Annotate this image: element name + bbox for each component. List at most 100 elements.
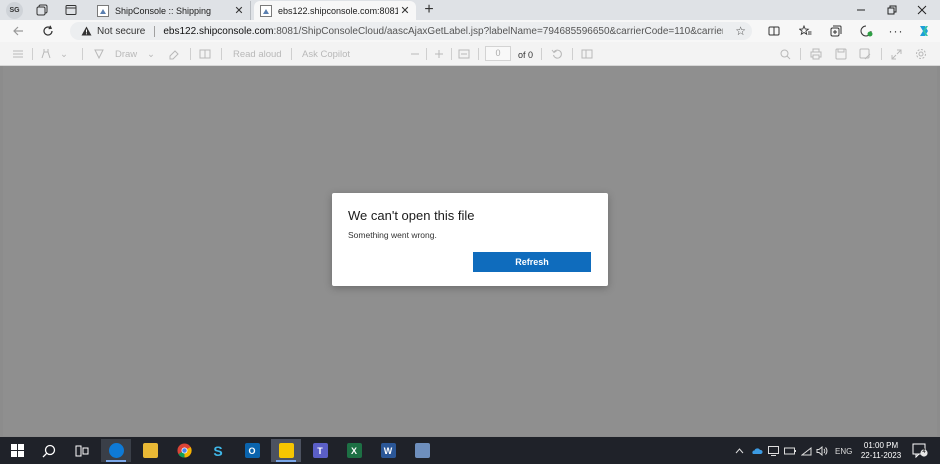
fullscreen-icon[interactable] — [891, 46, 902, 62]
url-host: ebs122.shipconsole.com — [163, 25, 274, 37]
pdf-toolbar: ⌄ Draw ⌄ Read aloud Ask Copilot 0 of 0 — [0, 42, 940, 66]
tab-shipconsole-shipping[interactable]: ShipConsole :: Shipping ✕ — [91, 1, 251, 20]
toolbar-divider — [881, 48, 882, 60]
ask-copilot-button[interactable]: Ask Copilot — [302, 46, 350, 62]
favorite-star-icon[interactable]: ☆ — [735, 24, 746, 38]
profile-avatar[interactable]: SG — [6, 2, 23, 19]
save-as-icon[interactable] — [859, 46, 871, 62]
taskbar-sticky-notes[interactable] — [271, 439, 301, 462]
wifi-icon[interactable] — [801, 445, 812, 457]
favorites-icon[interactable] — [797, 23, 813, 39]
search-taskbar-button[interactable] — [34, 439, 64, 462]
taskbar-excel[interactable]: X — [339, 439, 369, 462]
refresh-page-button[interactable] — [40, 23, 56, 39]
close-window-button[interactable] — [907, 2, 937, 18]
pdf-settings-gear-icon[interactable] — [915, 46, 927, 62]
start-button[interactable] — [2, 439, 32, 462]
toolbar-divider — [291, 48, 292, 60]
fit-page-icon[interactable] — [458, 46, 470, 62]
edge-icon — [108, 443, 124, 458]
clock-time: 01:00 PM — [863, 441, 899, 450]
collections-icon[interactable] — [828, 23, 844, 39]
toolbar-divider — [800, 48, 801, 60]
new-tab-button[interactable]: + — [421, 1, 437, 19]
draw-icon[interactable] — [93, 46, 105, 62]
onedrive-icon[interactable] — [751, 445, 763, 457]
taskbar-outlook[interactable]: O — [237, 439, 267, 462]
settings-more-icon[interactable]: ··· — [888, 23, 904, 39]
tab-title: ShipConsole :: Shipping — [115, 5, 212, 16]
notification-count: 4 — [922, 449, 926, 455]
battery-icon[interactable] — [784, 445, 796, 457]
read-aloud-button[interactable]: Read aloud — [233, 46, 282, 62]
page-favicon-icon — [260, 4, 272, 17]
zoom-in-icon[interactable] — [434, 46, 444, 62]
page-view-icon[interactable] — [581, 46, 593, 62]
contents-icon[interactable] — [12, 46, 24, 62]
workspaces-icon[interactable] — [34, 2, 50, 18]
windows-taskbar: S O T X W ENG 01:00 PM 22-11-2023 4 — [0, 437, 940, 464]
taskbar-word[interactable]: W — [373, 439, 403, 462]
display-icon[interactable] — [768, 445, 779, 457]
security-label[interactable]: Not secure — [97, 26, 145, 37]
chrome-icon — [176, 443, 192, 458]
rotate-icon[interactable] — [551, 46, 563, 62]
restore-button[interactable] — [877, 2, 907, 18]
toolbar-divider — [541, 48, 542, 60]
tab-actions-icon[interactable] — [63, 2, 79, 18]
taskbar-edge[interactable] — [101, 439, 131, 462]
page-number-input[interactable]: 0 — [485, 46, 511, 61]
tab-title: ebs122.shipconsole.com:8081/Sh — [278, 5, 398, 16]
print-icon[interactable] — [810, 46, 822, 62]
notification-center-icon[interactable]: 4 — [912, 442, 928, 459]
eraser-icon[interactable] — [168, 46, 180, 62]
toolbar-divider — [478, 48, 479, 60]
text-box-icon[interactable] — [199, 46, 211, 62]
system-clock[interactable]: 01:00 PM 22-11-2023 — [857, 441, 905, 461]
dialog-title: We can't open this file — [348, 208, 475, 223]
save-icon[interactable] — [835, 46, 847, 62]
taskbar-remote-app[interactable] — [407, 439, 437, 462]
remote-app-icon — [414, 443, 430, 458]
highlight-icon[interactable] — [40, 46, 52, 62]
teams-icon: T — [312, 443, 328, 458]
not-secure-warning-icon[interactable] — [80, 25, 92, 37]
toolbar-divider — [82, 48, 83, 60]
toolbar-divider — [190, 48, 191, 60]
tab-label-pdf[interactable]: ebs122.shipconsole.com:8081/Sh ✕ — [254, 1, 416, 20]
task-view-button[interactable] — [67, 439, 97, 462]
zoom-out-icon[interactable] — [410, 46, 420, 62]
toolbar-divider — [451, 48, 452, 60]
windows-logo-icon — [10, 444, 24, 457]
toolbar-divider — [32, 48, 33, 60]
outlook-icon: O — [244, 443, 260, 458]
taskbar-skype-app[interactable]: S — [203, 439, 233, 462]
draw-button[interactable]: Draw — [115, 46, 137, 62]
language-indicator[interactable]: ENG — [835, 445, 852, 457]
address-bar[interactable]: Not secure ebs122.shipconsole.com:8081/S… — [70, 22, 752, 40]
page-total-label: of 0 — [518, 50, 534, 60]
url-text[interactable]: ebs122.shipconsole.com:8081/ShipConsoleC… — [163, 26, 723, 37]
draw-dropdown-icon[interactable]: ⌄ — [147, 46, 155, 62]
browser-essentials-icon[interactable] — [858, 23, 874, 39]
tab-strip: SG ShipConsole :: Shipping ✕ ebs122.ship… — [0, 0, 940, 20]
refresh-button[interactable]: Refresh — [473, 252, 591, 272]
clock-date: 22-11-2023 — [860, 451, 902, 460]
address-divider — [154, 25, 156, 37]
minimize-button[interactable] — [846, 2, 876, 18]
taskbar-chrome[interactable] — [169, 439, 199, 462]
highlight-dropdown-icon[interactable]: ⌄ — [60, 46, 68, 62]
show-hidden-icons-icon[interactable] — [735, 445, 744, 457]
close-tab-icon[interactable]: ✕ — [398, 4, 412, 17]
taskbar-teams[interactable]: T — [305, 439, 335, 462]
taskbar-file-explorer[interactable] — [135, 439, 165, 462]
copilot-icon[interactable] — [916, 23, 932, 39]
split-screen-icon[interactable] — [766, 23, 782, 39]
volume-icon[interactable] — [816, 445, 828, 457]
search-icon[interactable] — [780, 46, 791, 62]
close-tab-icon[interactable]: ✕ — [232, 4, 246, 17]
back-button[interactable] — [10, 23, 26, 39]
task-view-icon — [75, 445, 89, 456]
folder-icon — [142, 443, 158, 458]
search-icon — [42, 444, 56, 457]
